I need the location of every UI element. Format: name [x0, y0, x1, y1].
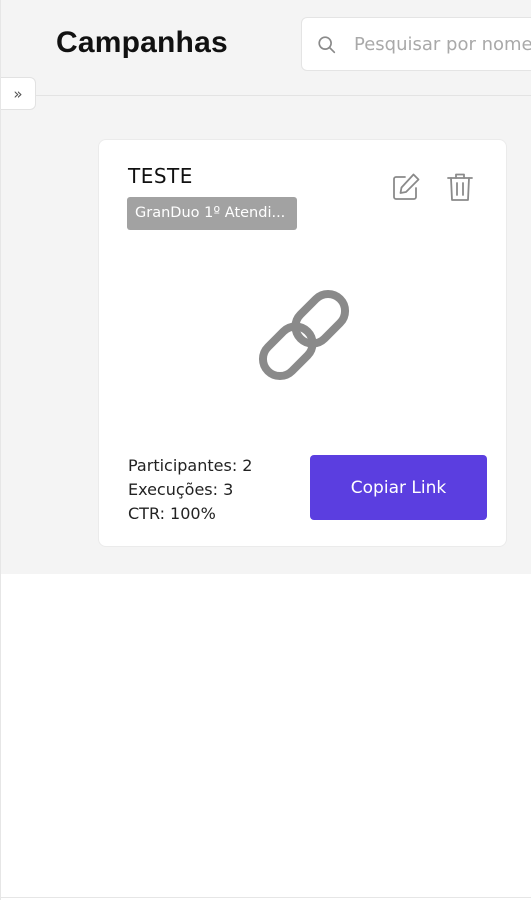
participants-count: Participantes: 2 — [128, 456, 253, 475]
campaign-tag: GranDuo 1º Atendi... — [127, 197, 297, 230]
app: Campanhas » TESTE GranDuo 1º Atendi... — [0, 0, 531, 900]
campaign-title: TESTE — [128, 164, 193, 188]
chevrons-right-icon: » — [13, 84, 23, 103]
edit-icon[interactable] — [390, 171, 422, 203]
link-icon — [258, 289, 350, 381]
trash-icon[interactable] — [445, 171, 475, 203]
bottom-divider — [1, 897, 531, 898]
campaign-stats: Participantes: 2 Execuções: 3 CTR: 100% — [128, 454, 252, 526]
executions-count: Execuções: 3 — [128, 480, 234, 499]
page-header: Campanhas — [1, 0, 531, 96]
page-title: Campanhas — [56, 26, 228, 59]
campaign-card: TESTE GranDuo 1º Atendi... Participantes… — [98, 139, 507, 547]
search-box[interactable] — [301, 17, 531, 71]
search-icon — [318, 36, 336, 54]
ctr-value: CTR: 100% — [128, 504, 216, 523]
search-input[interactable] — [354, 18, 531, 70]
content-area: Campanhas » TESTE GranDuo 1º Atendi... — [1, 0, 531, 574]
sidebar-toggle-button[interactable]: » — [1, 77, 36, 110]
copy-link-button[interactable]: Copiar Link — [310, 455, 487, 520]
